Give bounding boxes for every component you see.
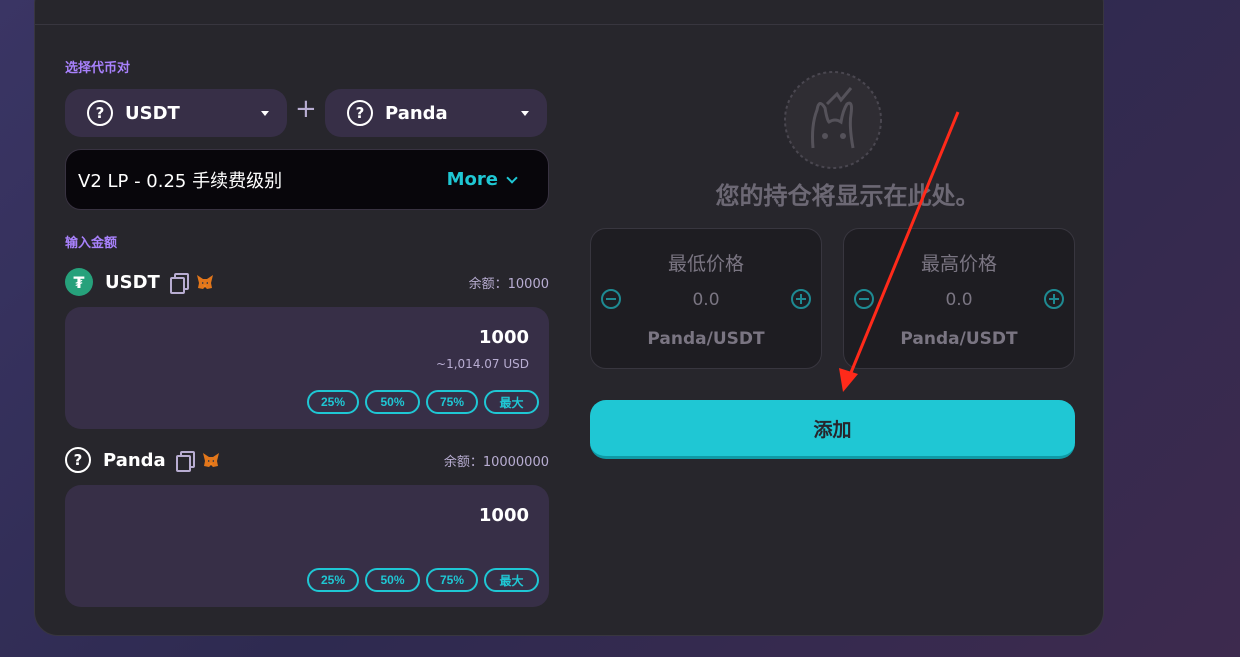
- percent-75-button[interactable]: 75%: [426, 390, 478, 414]
- fee-tier-box: V2 LP - 0.25 手续费级别 More: [65, 149, 549, 210]
- token-b-amount-input[interactable]: 1000: [479, 505, 529, 526]
- add-button[interactable]: 添加: [590, 400, 1075, 459]
- token-a-usd-value: ~1,014.07 USD: [436, 357, 529, 371]
- plus-circle-icon[interactable]: [791, 289, 811, 309]
- percent-50-button[interactable]: 50%: [365, 568, 420, 592]
- token-b-amount-box[interactable]: 1000 25% 50% 75% 最大: [65, 485, 549, 607]
- token-a-amount-input[interactable]: 1000: [479, 327, 529, 348]
- liquidity-card: 选择代币对 ? USDT + ? Panda V2 LP - 0.25 手续费级…: [34, 0, 1104, 636]
- caret-down-icon: [521, 110, 529, 116]
- min-price-input[interactable]: 0.0: [591, 290, 821, 310]
- percent-25-button[interactable]: 25%: [307, 390, 359, 414]
- percent-25-button[interactable]: 25%: [307, 568, 359, 592]
- question-icon: ?: [347, 100, 373, 126]
- max-price-input[interactable]: 0.0: [844, 290, 1074, 310]
- caret-down-icon: [261, 110, 269, 116]
- min-price-title: 最低价格: [667, 253, 744, 275]
- percent-50-button[interactable]: 50%: [365, 390, 420, 414]
- token-b-symbol: Panda: [385, 102, 448, 124]
- question-icon: ?: [87, 100, 113, 126]
- metamask-icon[interactable]: [202, 451, 220, 469]
- token-a-row-symbol: USDT: [105, 271, 160, 293]
- amount-section-label: 输入金额: [65, 236, 118, 251]
- token-b-row-symbol: Panda: [103, 449, 166, 471]
- question-icon: ?: [65, 447, 91, 473]
- pair-section-label: 选择代币对: [65, 61, 131, 76]
- token-a-symbol: USDT: [125, 102, 180, 124]
- tether-icon: ₮: [65, 268, 93, 296]
- metamask-icon[interactable]: [196, 273, 214, 291]
- token-b-balance: 余额：10000000: [443, 454, 549, 470]
- card-divider: [35, 24, 1103, 25]
- min-price-box: 最低价格 0.0 Panda/USDT: [590, 228, 822, 369]
- pair-plus-sign: +: [295, 94, 317, 124]
- max-price-title: 最高价格: [920, 253, 997, 275]
- token-a-selector[interactable]: ? USDT: [65, 89, 287, 137]
- more-button[interactable]: More: [446, 169, 518, 190]
- token-a-balance: 余额：10000: [468, 276, 549, 292]
- token-b-percent-buttons: 25% 50% 75% 最大: [307, 568, 539, 592]
- max-price-box: 最高价格 0.0 Panda/USDT: [843, 228, 1075, 369]
- token-b-row: ? Panda 余额：10000000: [65, 445, 549, 475]
- plus-circle-icon[interactable]: [1044, 289, 1064, 309]
- token-a-row: ₮ USDT 余额：10000: [65, 267, 549, 297]
- bunny-empty-illustration: [784, 71, 882, 169]
- min-price-pair: Panda/USDT: [647, 329, 765, 349]
- token-a-amount-box[interactable]: 1000 ~1,014.07 USD 25% 50% 75% 最大: [65, 307, 549, 429]
- copy-icon[interactable]: [175, 451, 195, 472]
- fee-tier-text: V2 LP - 0.25 手续费级别: [78, 170, 283, 192]
- copy-icon[interactable]: [169, 273, 189, 294]
- max-button[interactable]: 最大: [484, 390, 539, 414]
- more-label: More: [446, 169, 498, 190]
- token-a-percent-buttons: 25% 50% 75% 最大: [307, 390, 539, 414]
- max-price-pair: Panda/USDT: [900, 329, 1018, 349]
- chevron-down-icon: [506, 171, 518, 184]
- token-b-selector[interactable]: ? Panda: [325, 89, 547, 137]
- percent-75-button[interactable]: 75%: [426, 568, 478, 592]
- max-button[interactable]: 最大: [484, 568, 539, 592]
- position-empty-text: 您的持仓将显示在此处。: [715, 182, 980, 210]
